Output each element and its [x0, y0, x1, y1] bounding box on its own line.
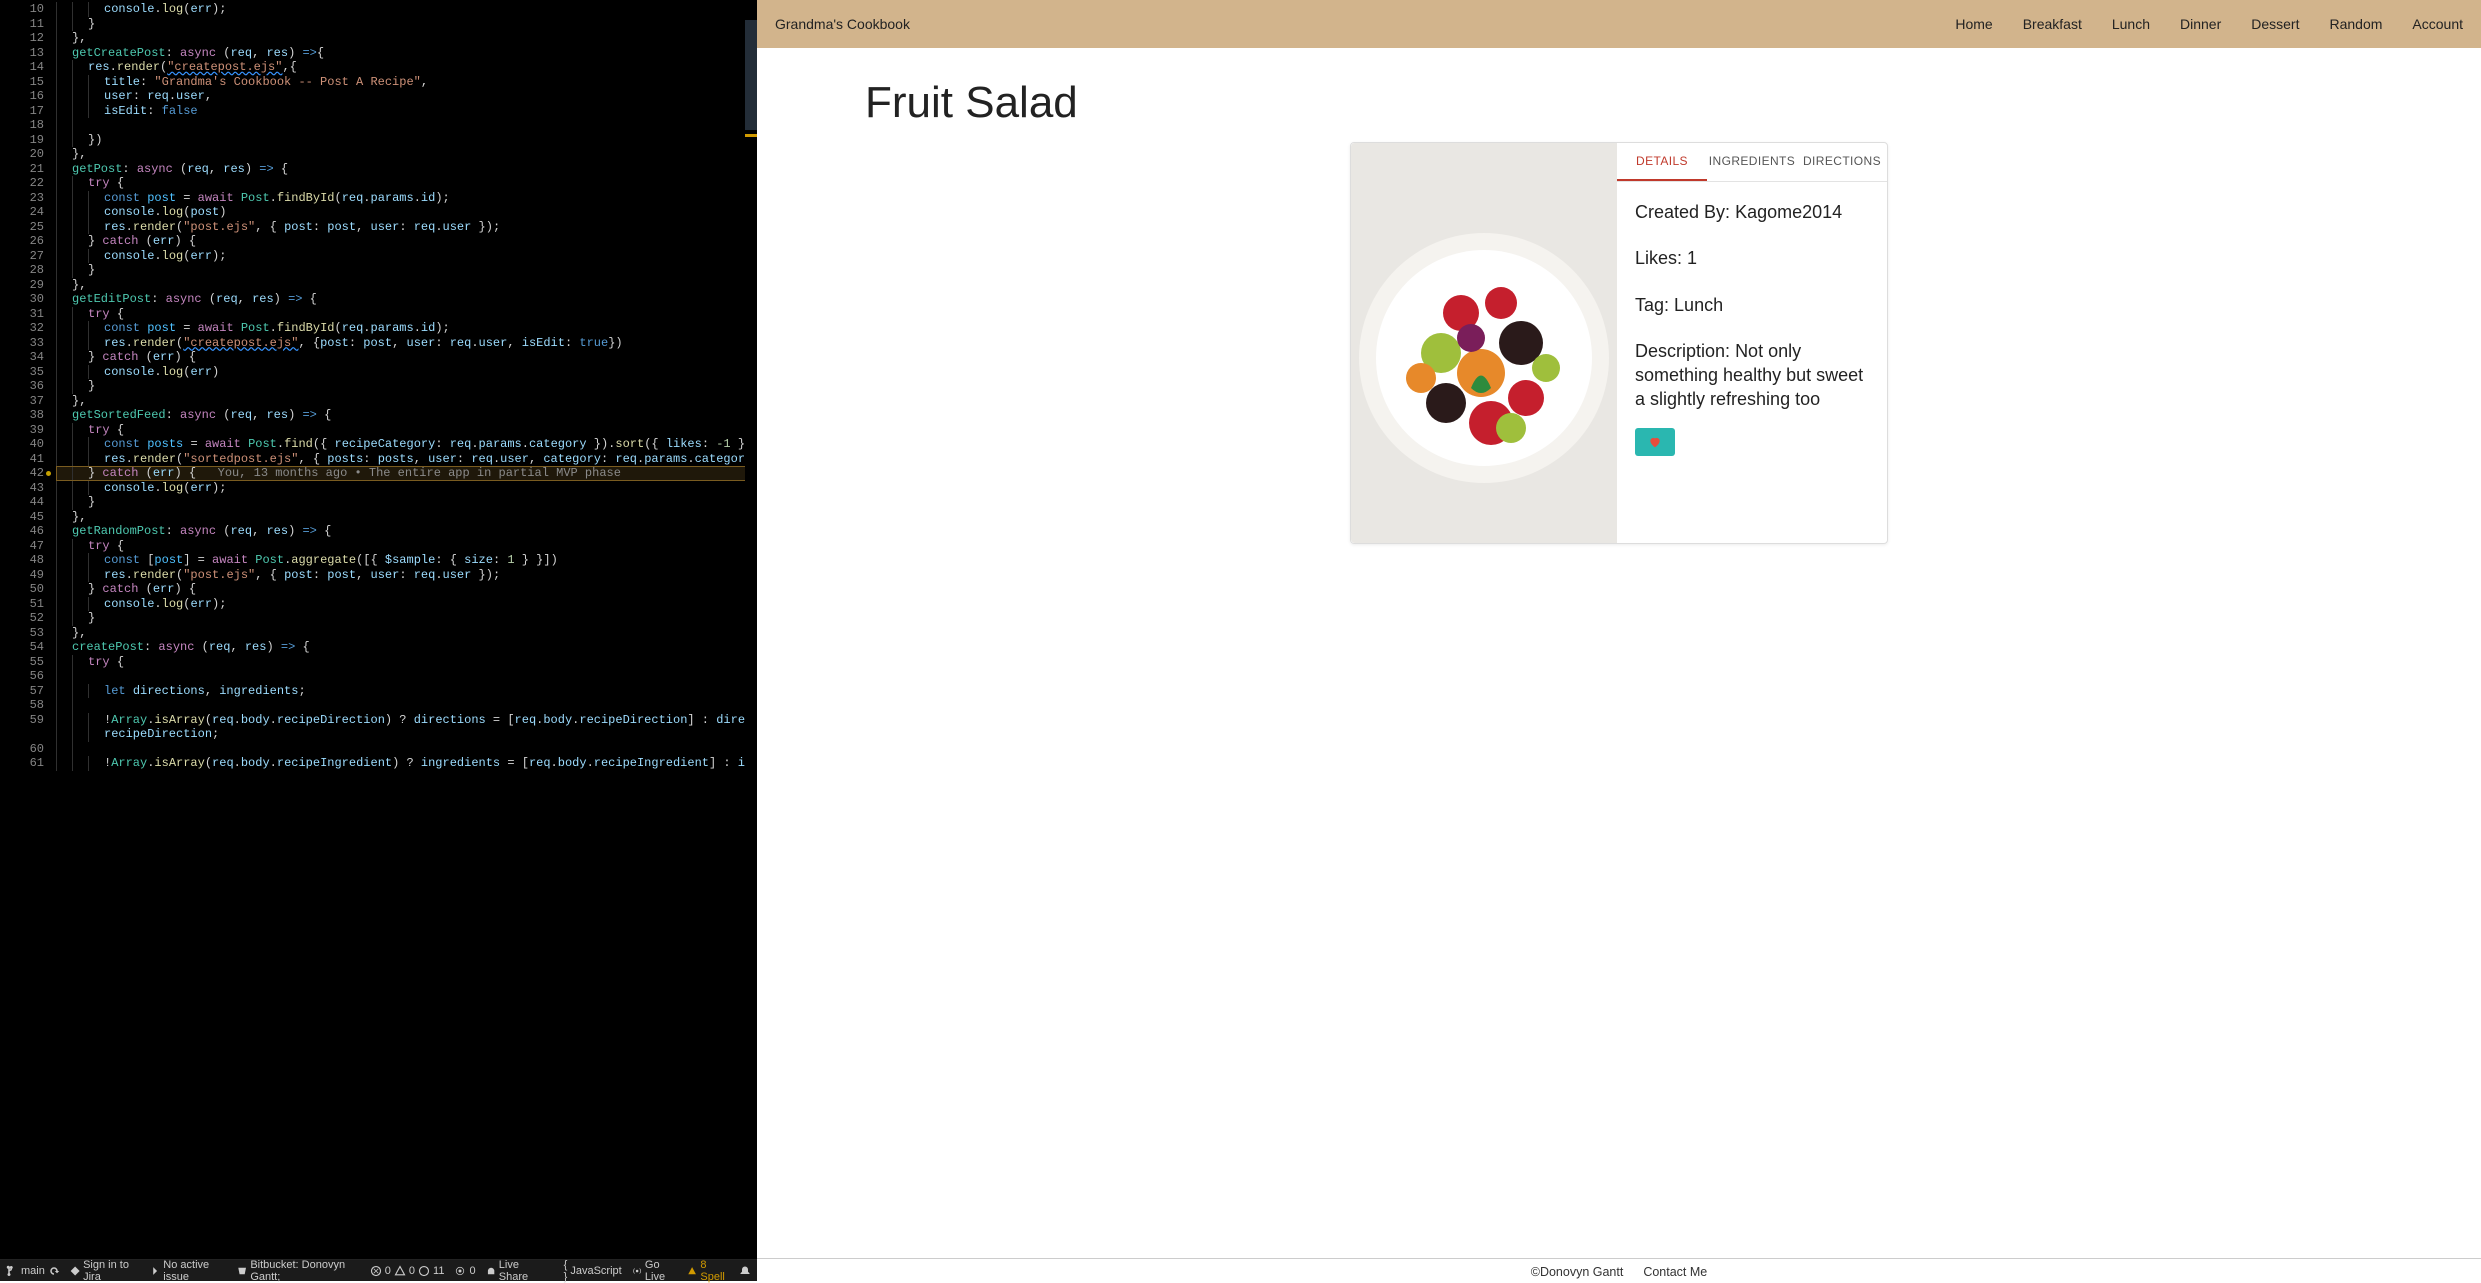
- git-branch[interactable]: main: [6, 1265, 60, 1277]
- created-by-value: Kagome2014: [1735, 202, 1842, 222]
- likes-label: Likes:: [1635, 248, 1682, 268]
- heart-icon: [1648, 435, 1662, 449]
- site-nav: Home Breakfast Lunch Dinner Dessert Random Acc…: [1955, 16, 2463, 32]
- live-share-label: Live Share: [499, 1259, 544, 1283]
- nav-dessert[interactable]: Dessert: [2251, 16, 2299, 32]
- error-icon: [370, 1265, 382, 1277]
- warning-count: 0: [409, 1265, 415, 1277]
- site-header: Grandma's Cookbook Home Breakfast Lunch Din…: [757, 0, 2481, 48]
- card-right: DETAILSINGREDIENTSDIRECTIONS Created By:…: [1617, 143, 1887, 543]
- error-count: 0: [385, 1265, 391, 1277]
- nav-lunch[interactable]: Lunch: [2112, 16, 2150, 32]
- notifications[interactable]: [739, 1265, 751, 1277]
- live-share-icon: [486, 1265, 496, 1277]
- description-row: Description: Not only something healthy …: [1635, 339, 1869, 412]
- language-mode[interactable]: { }JavaScript: [564, 1259, 622, 1283]
- like-row: [1617, 418, 1887, 472]
- jira-icon: [70, 1265, 80, 1277]
- bitbucket-user[interactable]: Bitbucket: Donovyn Gantt;: [237, 1259, 360, 1283]
- footer-copyright: ©Donovyn Gantt: [1531, 1265, 1624, 1279]
- tab-content-details: Created By: Kagome2014 Likes: 1 Tag: Lun…: [1617, 182, 1887, 418]
- jira-signin[interactable]: Sign in to Jira: [70, 1259, 140, 1283]
- description-label: Description:: [1635, 341, 1730, 361]
- chevron-right-icon: [150, 1265, 160, 1277]
- browser-preview-pane: Grandma's Cookbook Home Breakfast Lunch Din…: [757, 0, 2481, 1281]
- footer-contact[interactable]: Contact Me: [1643, 1265, 1707, 1279]
- created-by-label: Created By:: [1635, 202, 1730, 222]
- problems[interactable]: 0 0 11: [370, 1265, 445, 1277]
- recipe-image: [1351, 143, 1617, 543]
- jira-issue[interactable]: No active issue: [150, 1259, 227, 1283]
- code-content[interactable]: console.log(err);}},getCreatePost: async…: [56, 0, 757, 1259]
- minimap-viewport[interactable]: [745, 20, 757, 130]
- jira-label: Sign in to Jira: [83, 1259, 140, 1283]
- likes-row: Likes: 1: [1635, 246, 1869, 270]
- created-by-row: Created By: Kagome2014: [1635, 200, 1869, 224]
- nav-random[interactable]: Random: [2329, 16, 2382, 32]
- warning-icon: [394, 1265, 406, 1277]
- bitbucket-icon: [237, 1265, 247, 1277]
- spell-label: 8 Spell: [700, 1259, 729, 1283]
- branch-icon: [6, 1265, 18, 1277]
- radio-icon: [454, 1265, 466, 1277]
- tag-row: Tag: Lunch: [1635, 293, 1869, 317]
- nav-breakfast[interactable]: Breakfast: [2023, 16, 2082, 32]
- broadcast-icon: [632, 1265, 642, 1277]
- warning-icon: [687, 1265, 697, 1277]
- tab-details[interactable]: DETAILS: [1617, 143, 1707, 181]
- like-button[interactable]: [1635, 428, 1675, 456]
- port-count: 0: [469, 1265, 475, 1277]
- site-footer: ©Donovyn Gantt Contact Me: [757, 1258, 2481, 1281]
- bell-icon: [739, 1265, 751, 1277]
- tag-label: Tag:: [1635, 295, 1669, 315]
- port-forward[interactable]: 0: [454, 1265, 475, 1277]
- info-count: 11: [433, 1265, 444, 1277]
- jira-issue-label: No active issue: [163, 1259, 227, 1283]
- code-editor-pane: 1011121314151617181920212223242526272829…: [0, 0, 757, 1281]
- nav-account[interactable]: Account: [2412, 16, 2463, 32]
- sync-icon: [48, 1265, 60, 1277]
- brand[interactable]: Grandma's Cookbook: [775, 16, 910, 32]
- status-bar: main Sign in to Jira No active issue Bit…: [0, 1259, 757, 1281]
- nav-home[interactable]: Home: [1955, 16, 1992, 32]
- tag-value: Lunch: [1674, 295, 1723, 315]
- language-label: JavaScript: [570, 1265, 621, 1277]
- recipe-title: Fruit Salad: [865, 78, 2481, 128]
- tab-directions[interactable]: DIRECTIONS: [1797, 143, 1887, 181]
- branch-label: main: [21, 1265, 45, 1277]
- bitbucket-label: Bitbucket: Donovyn Gantt;: [250, 1259, 359, 1283]
- likes-value: 1: [1687, 248, 1697, 268]
- go-live-label: Go Live: [645, 1259, 677, 1283]
- recipe-card: DETAILSINGREDIENTSDIRECTIONS Created By:…: [1350, 142, 1888, 544]
- code-area[interactable]: 1011121314151617181920212223242526272829…: [0, 0, 757, 1259]
- minimap[interactable]: [745, 0, 757, 1259]
- live-share[interactable]: Live Share: [486, 1259, 544, 1283]
- recipe-tabs: DETAILSINGREDIENTSDIRECTIONS: [1617, 143, 1887, 182]
- info-icon: [418, 1265, 430, 1277]
- line-number-gutter[interactable]: 1011121314151617181920212223242526272829…: [0, 0, 56, 1259]
- site-body: Fruit Salad: [757, 48, 2481, 1258]
- go-live[interactable]: Go Live: [632, 1259, 677, 1283]
- tab-ingredients[interactable]: INGREDIENTS: [1707, 143, 1797, 181]
- nav-dinner[interactable]: Dinner: [2180, 16, 2221, 32]
- minimap-highlight: [745, 134, 757, 137]
- spell-check[interactable]: 8 Spell: [687, 1259, 729, 1283]
